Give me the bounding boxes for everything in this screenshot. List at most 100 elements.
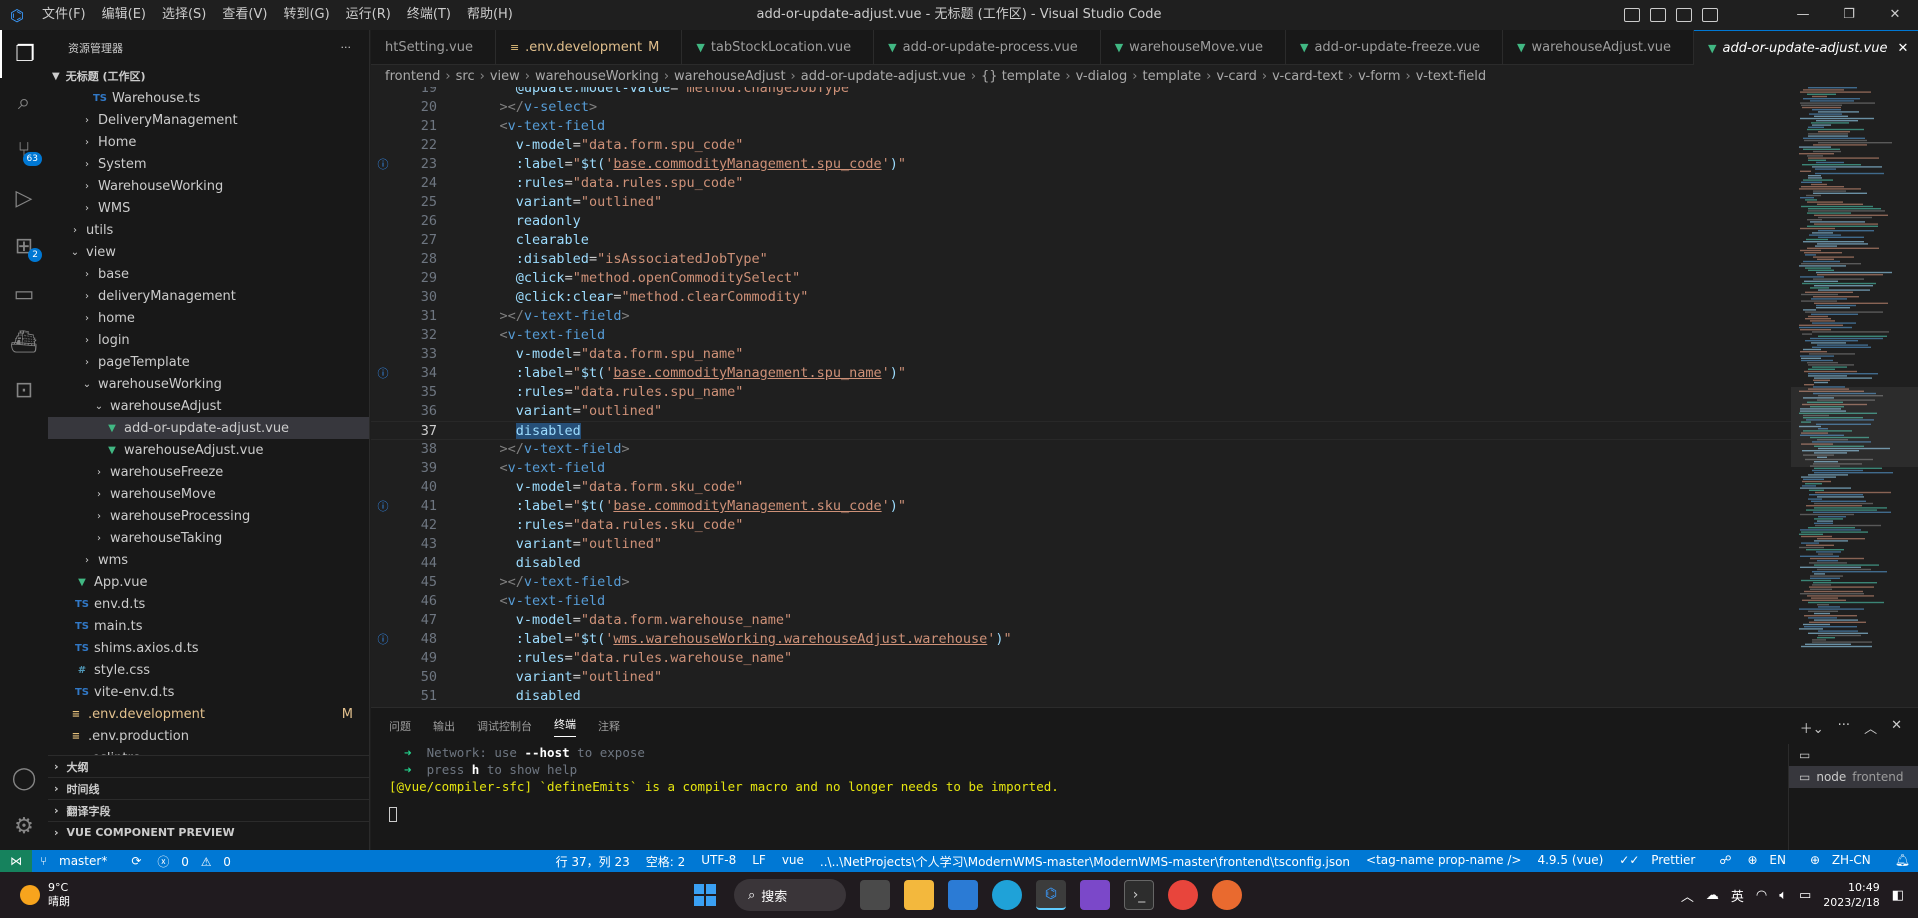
menu-item[interactable]: 转到(G) <box>275 0 337 30</box>
panel-tab[interactable]: 输出 <box>433 718 455 734</box>
extensions-icon[interactable]: ⊞ 2 <box>0 222 48 270</box>
tree-item[interactable]: › Home <box>48 131 369 153</box>
tree-item[interactable]: › DeliveryManagement <box>48 109 369 131</box>
menu-item[interactable]: 运行(R) <box>338 0 399 30</box>
menu-item[interactable]: 文件(F) <box>34 0 94 30</box>
ime-indicator[interactable]: 英 <box>1731 886 1744 905</box>
sync-icon[interactable]: ⟳ <box>123 854 149 868</box>
editor-tab[interactable]: ▼ warehouseMove.vue <box>1101 30 1286 65</box>
editor-tab[interactable]: ▼ tabStockLocation.vue <box>682 30 875 65</box>
sidebar-section[interactable]: › 时间线 <box>48 777 369 799</box>
end-of-line[interactable]: LF <box>744 853 774 870</box>
tree-item[interactable]: › utils <box>48 219 369 241</box>
close-panel-icon[interactable]: ✕ <box>1891 718 1902 737</box>
breadcrumb-item[interactable]: warehouseAdjust <box>674 69 786 84</box>
translation-icon[interactable]: ⊡ <box>0 366 48 414</box>
breadcrumb-item[interactable]: v-text-field <box>1416 69 1486 84</box>
weather-widget[interactable]: 9°C 晴朗 <box>0 881 220 909</box>
menu-item[interactable]: 编辑(E) <box>94 0 154 30</box>
panel-tab[interactable]: 注释 <box>598 718 620 734</box>
terminal-taskbar-icon[interactable]: ›_ <box>1124 880 1154 910</box>
tree-item[interactable]: › wms <box>48 549 369 571</box>
sidebar-section[interactable]: › 大纲 <box>48 755 369 777</box>
clock[interactable]: 10:49 2023/2/18 <box>1823 880 1879 910</box>
explorer-icon[interactable]: ❐ <box>0 30 48 78</box>
visual-studio-icon[interactable] <box>1080 880 1110 910</box>
account-icon[interactable]: ◯ <box>0 754 48 802</box>
task-view-icon[interactable] <box>860 880 890 910</box>
remote-explorer-icon[interactable]: ▭ <box>0 270 48 318</box>
breadcrumb-item[interactable]: warehouseWorking <box>535 69 659 84</box>
tree-item[interactable]: › warehouseMove <box>48 483 369 505</box>
breadcrumb-item[interactable]: v-card <box>1216 69 1257 84</box>
menu-item[interactable]: 帮助(H) <box>459 0 521 30</box>
breadcrumb-item[interactable]: view <box>490 69 520 84</box>
prettier-status[interactable]: ✓✓ Prettier <box>1611 853 1711 870</box>
sidebar-section[interactable]: › 翻译字段 <box>48 799 369 821</box>
breadcrumb-item[interactable]: frontend <box>385 69 440 84</box>
battery-icon[interactable]: ▭ <box>1799 888 1811 903</box>
tree-item[interactable]: ▼ warehouseAdjust.vue <box>48 439 369 461</box>
new-terminal-icon[interactable]: ＋⌄ <box>1800 718 1824 737</box>
toggle-panel-icon[interactable] <box>1650 8 1666 22</box>
minimap[interactable] <box>1791 87 1918 707</box>
volume-icon[interactable]: 🔈︎ <box>1779 888 1787 903</box>
tree-item[interactable]: ⌄ warehouseWorking <box>48 373 369 395</box>
tree-item[interactable]: › login <box>48 329 369 351</box>
problems-indicator[interactable]: ⓧ 0 ⚠ 0 <box>149 853 247 870</box>
menu-item[interactable]: 查看(V) <box>214 0 275 30</box>
notification-icon[interactable]: ◧ <box>1892 888 1904 903</box>
terminal-instance[interactable]: ▭ node frontend <box>1789 766 1918 788</box>
panel-tab[interactable]: 终端 <box>554 716 576 737</box>
wifi-icon[interactable]: ◠ <box>1756 888 1767 903</box>
sidebar-section[interactable]: › VUE COMPONENT PREVIEW <box>48 821 369 843</box>
taskbar-search[interactable]: ⌕ 搜索 <box>734 879 846 911</box>
breadcrumb-item[interactable]: template <box>1142 69 1201 84</box>
terminal-icon[interactable]: ▭ <box>1789 744 1918 766</box>
code-editor[interactable]: 19 @update:model-value="method.changeJob… <box>371 87 1791 707</box>
tree-item[interactable]: ⌄ warehouseAdjust <box>48 395 369 417</box>
editor-tab[interactable]: ▼ add-or-update-freeze.vue <box>1286 30 1504 65</box>
tag-style[interactable]: <tag-name prop-name /> <box>1358 853 1529 870</box>
feedback-icon[interactable]: ☍ <box>1711 853 1739 870</box>
language-indicator-1[interactable]: ⊕ EN <box>1740 853 1802 870</box>
source-control-icon[interactable]: ⑂ 63 <box>0 126 48 174</box>
tree-item[interactable]: TS shims.axios.d.ts <box>48 637 369 659</box>
tree-item[interactable]: › WMS <box>48 197 369 219</box>
editor-tab[interactable]: htSetting.vue <box>371 30 496 65</box>
terminal-output[interactable]: ➜ Network: use --host to expose ➜ press … <box>371 744 1781 822</box>
editor-tab[interactable]: ≡ .env.development M <box>496 30 683 65</box>
customize-layout-icon[interactable] <box>1702 8 1718 22</box>
panel-tab[interactable]: 问题 <box>389 718 411 734</box>
close-window-icon[interactable]: ✕ <box>1872 0 1918 30</box>
breadcrumb-item[interactable]: src <box>456 69 475 84</box>
breadcrumb-item[interactable]: v-dialog <box>1076 69 1128 84</box>
editor-tab[interactable]: ▼ add-or-update-process.vue <box>874 30 1101 65</box>
breadcrumb-item[interactable]: v-card-text <box>1272 69 1343 84</box>
remote-indicator-icon[interactable]: ⋈ <box>0 850 32 872</box>
windows-start-icon[interactable] <box>690 880 720 910</box>
edge-browser-icon[interactable] <box>992 880 1022 910</box>
encoding[interactable]: UTF-8 <box>693 853 744 870</box>
app-icon[interactable] <box>1212 880 1242 910</box>
more-actions-icon[interactable]: ··· <box>341 41 352 54</box>
toggle-primary-sidebar-icon[interactable] <box>1624 8 1640 22</box>
tree-item[interactable]: TS vite-env.d.ts <box>48 681 369 703</box>
minimap-viewport[interactable] <box>1791 387 1918 467</box>
chrome-icon[interactable] <box>1168 880 1198 910</box>
file-explorer-icon[interactable] <box>904 880 934 910</box>
tree-item[interactable]: › WarehouseWorking <box>48 175 369 197</box>
tree-item[interactable]: › pageTemplate <box>48 351 369 373</box>
tree-item[interactable]: # style.css <box>48 659 369 681</box>
notifications-bell-icon[interactable]: 🔔︎ <box>1887 853 1918 870</box>
tree-item[interactable]: › deliveryManagement <box>48 285 369 307</box>
panel-tab[interactable]: 调试控制台 <box>477 718 532 734</box>
more-actions-icon[interactable]: ··· <box>1838 718 1850 737</box>
microsoft-store-icon[interactable] <box>948 880 978 910</box>
tree-item[interactable]: › System <box>48 153 369 175</box>
docker-icon[interactable]: ⛴ <box>0 318 48 366</box>
search-icon[interactable]: ⌕ <box>0 78 48 126</box>
tree-item[interactable]: ≡ .env.production <box>48 725 369 747</box>
tree-item[interactable]: › warehouseTaking <box>48 527 369 549</box>
breadcrumb-item[interactable]: v-form <box>1358 69 1400 84</box>
